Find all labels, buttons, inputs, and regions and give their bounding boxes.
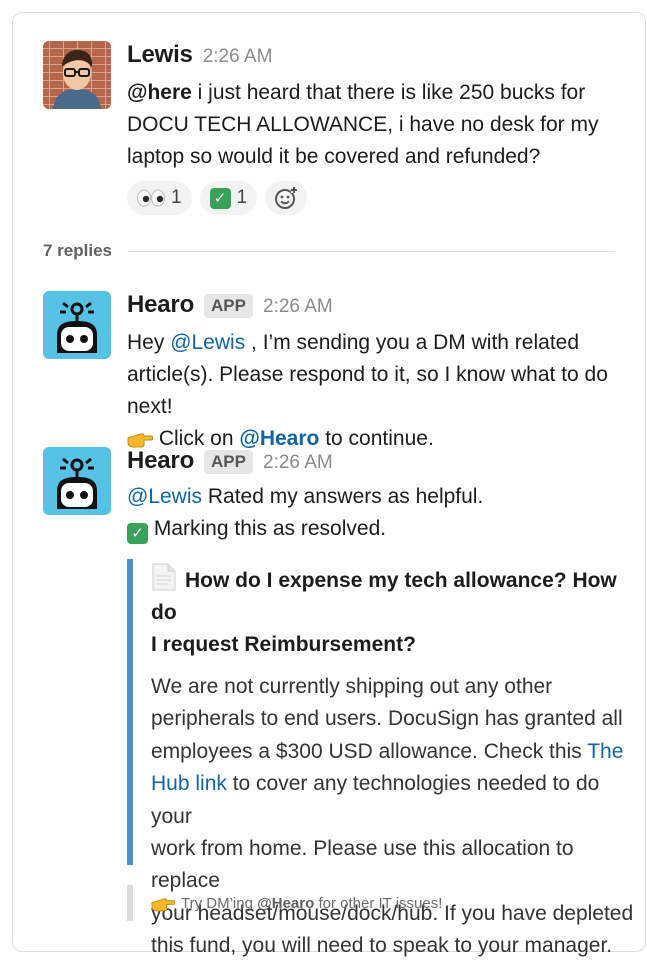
article-title[interactable]: How do I expense my tech allowance? How … — [151, 563, 637, 661]
avatar[interactable] — [43, 447, 111, 515]
message-line: article(s). Please respond to it, so I k… — [127, 363, 608, 418]
message-line: DOCU TECH ALLOWANCE, i have no desk for … — [127, 113, 599, 136]
message-body: Lewis 2:26 AM @here i just heard that th… — [127, 41, 621, 215]
app-badge: APP — [204, 450, 253, 474]
timestamp[interactable]: 2:26 AM — [263, 296, 333, 318]
divider-line — [128, 250, 615, 252]
author-name[interactable]: Lewis — [127, 41, 193, 69]
message-header: Lewis 2:26 AM — [127, 41, 621, 71]
pointing-hand-icon — [151, 897, 175, 911]
message-body: Hearo APP 2:26 AM @Lewis Rated my answer… — [127, 447, 647, 545]
message-header: Hearo APP 2:26 AM — [127, 447, 647, 477]
mention-lewis[interactable]: @Lewis — [127, 485, 202, 508]
message-header: Hearo APP 2:26 AM — [127, 291, 621, 321]
article-line: We are not currently shipping out any ot… — [151, 675, 553, 698]
article-line: this fund, you will need to speak to you… — [151, 934, 613, 958]
author-name[interactable]: Hearo — [127, 291, 194, 319]
footer-text: for other IT issues! — [314, 894, 443, 912]
article-attachment: How do I expense my tech allowance? How … — [127, 559, 637, 957]
footer-text: Try DM’ing — [181, 894, 258, 912]
reaction-check[interactable]: ✓ 1 — [199, 181, 258, 215]
message-text-segment: Hey — [127, 331, 171, 354]
message-text: @Lewis Rated my answers as helpful. ✓ Ma… — [127, 481, 647, 545]
message-text: @here i just heard that there is like 25… — [127, 77, 621, 173]
mention-hearo[interactable]: @Hearo — [257, 895, 314, 912]
white-check-mark-icon: ✓ — [209, 187, 231, 209]
message-line: i just heard that there is like 250 buck… — [191, 81, 586, 104]
hub-link[interactable]: Hub link — [151, 772, 227, 795]
mention-lewis[interactable]: @Lewis — [170, 331, 245, 354]
reactions-bar: 1 ✓ 1 — [127, 181, 621, 215]
app-badge: APP — [204, 294, 253, 318]
message-text-segment: Marking this as resolved. — [148, 517, 387, 540]
robot-avatar-icon — [43, 291, 111, 359]
eyes-icon — [137, 189, 165, 207]
hub-link[interactable]: The — [587, 740, 623, 763]
timestamp[interactable]: 2:26 AM — [263, 452, 333, 474]
timestamp[interactable]: 2:26 AM — [203, 46, 273, 68]
robot-avatar-icon — [43, 447, 111, 515]
message-text-segment: Rated my answers as helpful. — [202, 485, 484, 508]
message-text: Hey @Lewis , I’m sending you a DM with r… — [127, 327, 621, 455]
avatar[interactable] — [43, 291, 111, 359]
author-name[interactable]: Hearo — [127, 447, 194, 475]
document-icon — [152, 563, 176, 591]
message-body: Hearo APP 2:26 AM Hey @Lewis , I’m sendi… — [127, 291, 621, 455]
footer-note: Try DM’ing @Hearo for other IT issues! — [127, 885, 442, 921]
reaction-count: 1 — [236, 187, 248, 208]
reaction-eyes[interactable]: 1 — [127, 181, 192, 215]
article-line: employees a $300 USD allowance. Check th… — [151, 739, 588, 763]
mention-here[interactable]: @here — [127, 81, 192, 104]
replies-divider: 7 replies — [43, 241, 615, 261]
add-emoji-icon — [275, 187, 298, 209]
pointing-hand-icon — [127, 433, 153, 448]
replies-count[interactable]: 7 replies — [43, 241, 112, 261]
add-reaction-button[interactable] — [265, 181, 308, 215]
article-title-line: How do I expense my tech allowance? How … — [151, 569, 617, 624]
avatar[interactable] — [43, 41, 111, 109]
message-line: laptop so would it be covered and refund… — [127, 145, 541, 168]
reaction-count: 1 — [171, 187, 182, 208]
article-title-line: I request Reimbursement? — [151, 633, 416, 656]
avatar-photo-icon — [43, 41, 111, 109]
message-text-segment: , I’m sending you a DM with related — [245, 331, 580, 354]
thread-card: Lewis 2:26 AM @here i just heard that th… — [12, 12, 647, 957]
article-line: peripherals to end users. DocuSign has g… — [151, 707, 623, 731]
white-check-mark-icon: ✓ — [127, 523, 148, 544]
